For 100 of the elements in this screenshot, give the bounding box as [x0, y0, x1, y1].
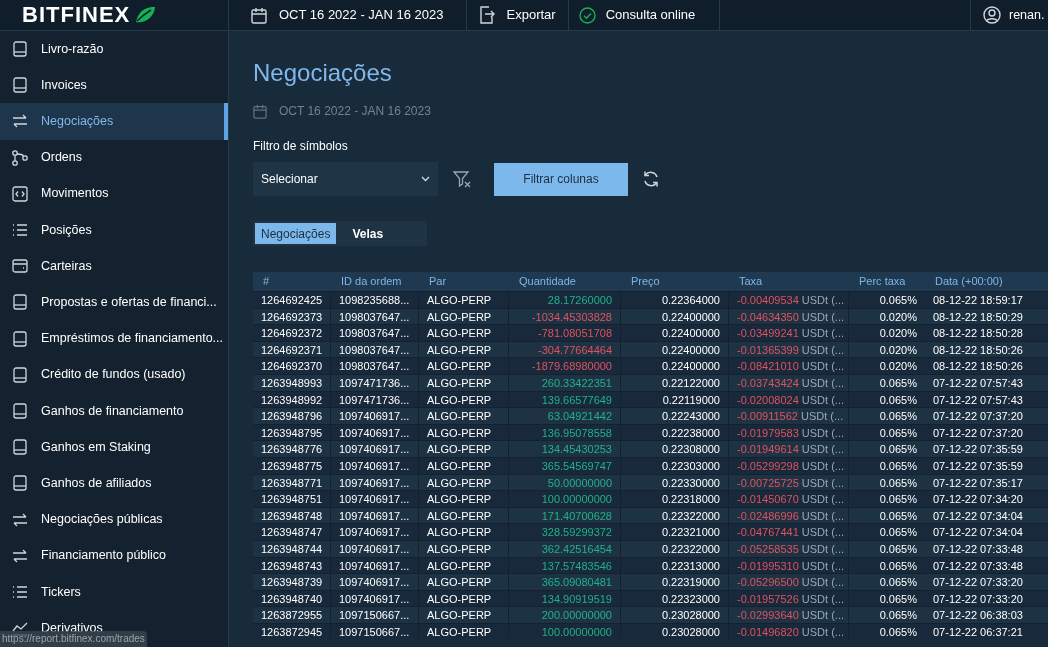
sidebar-item[interactable]: Ganhos em Staking: [0, 429, 228, 466]
table-cell-text: 07-12-22 07:33:48: [932, 558, 1024, 574]
sidebar-item[interactable]: Tickers: [0, 573, 228, 610]
sidebar-item[interactable]: Posições: [0, 211, 228, 249]
column-header[interactable]: Quantidade: [509, 273, 621, 290]
status-url-tooltip: https://report.bitfinex.com/trades: [0, 631, 147, 647]
table-cell-text: 07-12-22 07:34:20: [932, 492, 1024, 507]
export-icon[interactable]: [478, 6, 495, 24]
column-header[interactable]: Data (+00:00): [925, 273, 1048, 290]
sidebar-item[interactable]: Propostas e ofertas de financi...: [0, 284, 228, 321]
table-cell: 100.00000000: [509, 491, 621, 507]
table-cell-text: 08-12-22 18:50:29: [932, 309, 1024, 325]
table-cell: ALGO-PERP: [419, 292, 509, 308]
refresh-icon[interactable]: [642, 170, 660, 188]
export-label[interactable]: Exportar: [506, 5, 556, 25]
sidebar-item[interactable]: Empréstimos de financiamento...: [0, 320, 228, 357]
table-cell-text: 07-12-22 07:34:04: [932, 508, 1024, 524]
table-cell: 1098235688...: [331, 292, 419, 308]
table-cell-text: 0.020%: [878, 309, 918, 325]
table-cell: ALGO-PERP: [419, 607, 509, 623]
sidebar-item[interactable]: Negociações: [0, 103, 228, 140]
calendar-icon[interactable]: [253, 103, 267, 119]
user-icon[interactable]: [983, 6, 1001, 24]
table-cell: ALGO-PERP: [419, 441, 509, 457]
table-cell: 0.22122000: [621, 374, 729, 391]
table-cell: ALGO-PERP: [419, 374, 509, 391]
table-cell: 0.22364000: [621, 292, 729, 308]
table-cell: ALGO-PERP: [419, 325, 509, 341]
sidebar-item[interactable]: Movimentos: [0, 175, 228, 212]
table-cell-text: 0.065%: [878, 375, 918, 391]
table-cell: -0.03499241 USDt (...: [729, 325, 849, 341]
table-cell: 1097406917...: [331, 408, 419, 424]
table-cell: 0.22303000: [621, 457, 729, 474]
username-label[interactable]: renan.: [1009, 5, 1045, 25]
table-cell-text: 07-12-22 06:38:03: [932, 608, 1024, 623]
table-cell-text: 07-12-22 07:33:48: [932, 541, 1024, 557]
table-cell: 1263948993: [253, 374, 331, 391]
book-icon: [11, 76, 29, 95]
table-cell: 1264692425: [253, 292, 331, 308]
table-cell: 0.22400000: [621, 358, 729, 374]
table-cell: -0.00409534 USDt (...: [729, 292, 849, 308]
table-cell: ALGO-PERP: [419, 540, 509, 557]
tab[interactable]: Velas: [338, 223, 398, 244]
table-cell: 260.33422351: [509, 374, 621, 391]
table-cell: 0.22322000: [621, 540, 729, 557]
table-cell: 328.59299372: [509, 524, 621, 540]
sidebar-item[interactable]: Ganhos de afiliados: [0, 465, 228, 502]
table-cell: 0.22319000: [621, 574, 729, 590]
column-header[interactable]: Taxa: [729, 273, 849, 290]
book-icon: [11, 293, 29, 312]
sidebar-item[interactable]: Invoices: [0, 67, 228, 104]
table-cell: 200.00000000: [509, 607, 621, 623]
table-cell: -0.00911562 USDt (...: [729, 408, 849, 424]
table-cell: -0.05299298 USDt (...: [729, 457, 849, 474]
table-cell-text: 08-12-22 18:50:28: [932, 326, 1024, 341]
symbol-select[interactable]: Selecionar: [253, 162, 438, 196]
table-cell: -0.05296500 USDt (...: [729, 574, 849, 590]
table-cell: 1097406917...: [331, 491, 419, 507]
book-icon: [11, 474, 29, 493]
table-cell: 365.54569747: [509, 457, 621, 474]
table-cell-text: 0.065%: [878, 541, 918, 557]
table-cell: 1098037647...: [331, 358, 419, 374]
filter-clear-icon[interactable]: [452, 169, 472, 189]
column-header[interactable]: ID da ordem: [331, 273, 419, 290]
date-range-label[interactable]: OCT 16 2022 - JAN 16 2023: [279, 102, 431, 120]
column-header[interactable]: Preço: [621, 273, 729, 290]
table-cell: ALGO-PERP: [419, 358, 509, 374]
sidebar-item[interactable]: Livro-razão: [0, 31, 228, 68]
code-icon: [11, 184, 29, 203]
table-cell-text: 0.065%: [878, 442, 918, 457]
table-cell: -1879.68980000: [509, 358, 621, 374]
sidebar-item[interactable]: Crédito de fundos (usado): [0, 356, 228, 393]
table-cell: 63.04921442: [509, 408, 621, 424]
column-header[interactable]: Par: [419, 273, 509, 290]
logo-text: BITFINEX: [22, 4, 131, 26]
leaf-icon: [133, 5, 158, 25]
column-header[interactable]: #: [253, 273, 331, 290]
book-icon: [11, 401, 29, 420]
table-cell: 362.42516454: [509, 540, 621, 557]
table-cell-text: 0.065%: [878, 525, 918, 540]
table-cell: 1097150667...: [331, 607, 419, 623]
table-cell-text: 07-12-22 07:35:59: [932, 458, 1024, 474]
sidebar-item[interactable]: Carteiras: [0, 248, 228, 285]
table-cell: 100.00000000: [509, 623, 621, 640]
tab[interactable]: Negociações: [255, 223, 337, 244]
table-cell: 28.17260000: [509, 292, 621, 308]
sidebar-item[interactable]: Financiamento público: [0, 537, 228, 574]
table-cell: -0.01496820 USDt (...: [729, 623, 849, 640]
date-range-label[interactable]: OCT 16 2022 - JAN 16 2023: [279, 5, 444, 25]
wallet-icon: [11, 257, 29, 276]
table-cell-text: 0.065%: [878, 458, 918, 474]
sidebar-item[interactable]: Ordens: [0, 139, 228, 176]
filter-columns-button[interactable]: Filtrar colunas: [494, 162, 628, 196]
table-cell: 1263872945: [253, 623, 331, 640]
sidebar-item[interactable]: Ganhos de financiamento: [0, 392, 228, 430]
column-header[interactable]: Perc taxa: [849, 273, 925, 290]
table-cell: 1097406917...: [331, 457, 419, 474]
table-cell-text: 0.065%: [878, 591, 918, 607]
table-cell: ALGO-PERP: [419, 491, 509, 507]
sidebar-item[interactable]: Negociações públicas: [0, 501, 228, 538]
